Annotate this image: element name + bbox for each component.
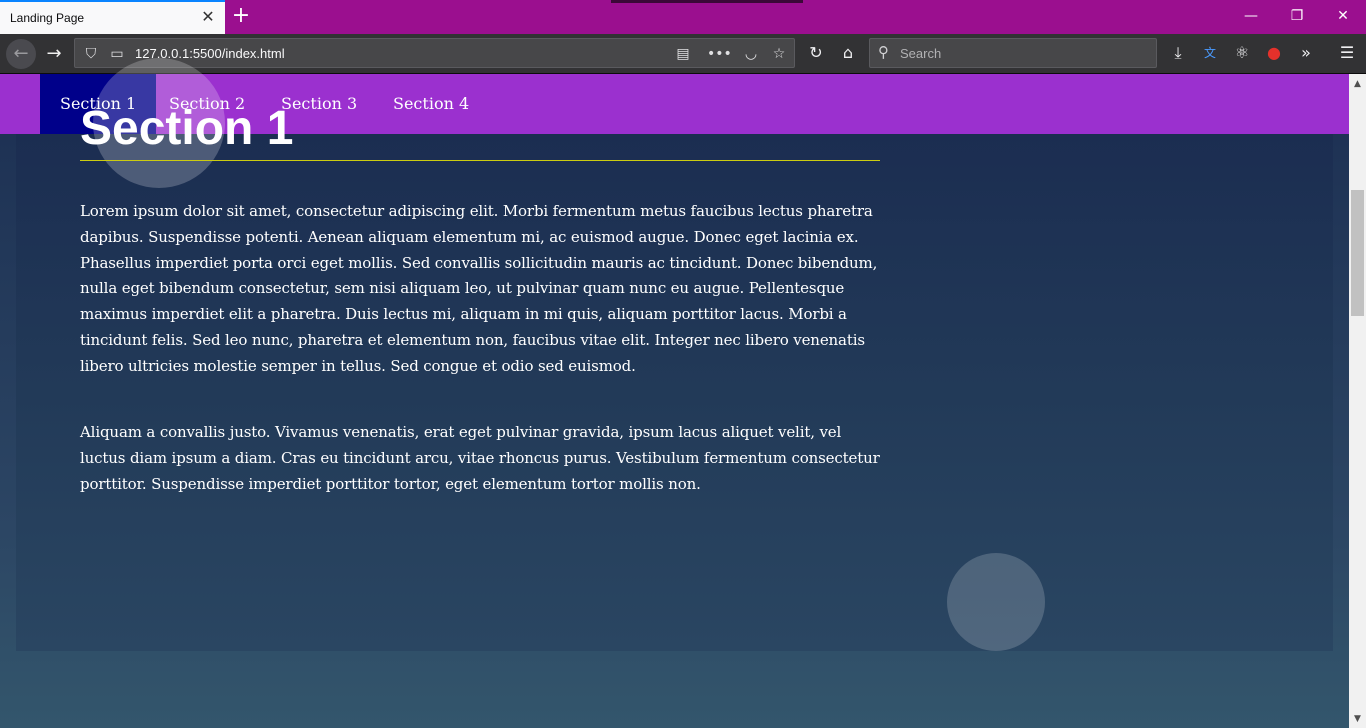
new-tab-button[interactable]: + bbox=[230, 4, 252, 28]
react-devtools-icon[interactable]: ⚛ bbox=[1230, 40, 1254, 66]
page-icon: ▭ bbox=[110, 46, 124, 62]
more-dots-icon[interactable]: ••• bbox=[707, 44, 732, 64]
section-paragraph: Lorem ipsum dolor sit amet, consectetur … bbox=[80, 202, 878, 375]
tab-title: Landing Page bbox=[10, 11, 85, 25]
back-arrow-icon[interactable]: ← bbox=[6, 39, 36, 69]
scrollbar-thumb[interactable] bbox=[1351, 190, 1364, 316]
reload-icon[interactable]: ↻ bbox=[804, 40, 828, 66]
home-icon[interactable]: ⌂ bbox=[836, 40, 860, 66]
tab-strip: Landing Page ✕ + — ❐ ✕ bbox=[0, 0, 1366, 34]
decorative-circle bbox=[947, 553, 1045, 651]
search-icon: ⚲ bbox=[878, 43, 889, 61]
restore-button[interactable]: ❐ bbox=[1282, 4, 1312, 28]
titlebar-notch bbox=[611, 0, 803, 3]
tab-close-icon[interactable]: ✕ bbox=[199, 8, 217, 26]
download-icon[interactable]: ⤓ bbox=[1166, 40, 1190, 66]
scroll-up-icon[interactable]: ▲ bbox=[1349, 76, 1366, 93]
minimize-button[interactable]: — bbox=[1236, 4, 1266, 28]
scrollbar-track[interactable] bbox=[1349, 74, 1366, 728]
pocket-icon[interactable]: ◡ bbox=[741, 44, 761, 64]
overflow-chevron-icon[interactable]: » bbox=[1294, 40, 1318, 66]
hamburger-menu-icon[interactable]: ☰ bbox=[1335, 40, 1359, 66]
browser-tab[interactable]: Landing Page ✕ bbox=[0, 0, 225, 34]
search-input[interactable]: Search bbox=[900, 46, 941, 61]
page-viewport: Section 1 Section 2 Section 3 Section 4 bbox=[0, 74, 1349, 728]
forward-arrow-icon[interactable]: → bbox=[40, 40, 68, 68]
close-window-button[interactable]: ✕ bbox=[1328, 4, 1358, 28]
search-bar[interactable]: ⚲ Search bbox=[869, 38, 1157, 68]
shield-icon[interactable]: ⛉ bbox=[81, 44, 101, 64]
section-heading: Section 1 bbox=[80, 100, 880, 161]
scroll-down-icon[interactable]: ▼ bbox=[1349, 711, 1366, 728]
translate-icon[interactable]: 文 bbox=[1198, 40, 1222, 66]
bookmark-star-icon[interactable]: ☆ bbox=[769, 44, 789, 64]
tomato-extension-icon[interactable]: ● bbox=[1262, 40, 1286, 66]
reader-view-icon[interactable]: ▤ bbox=[673, 44, 693, 64]
section-paragraph: Aliquam a convallis justo. Vivamus venen… bbox=[80, 423, 880, 493]
